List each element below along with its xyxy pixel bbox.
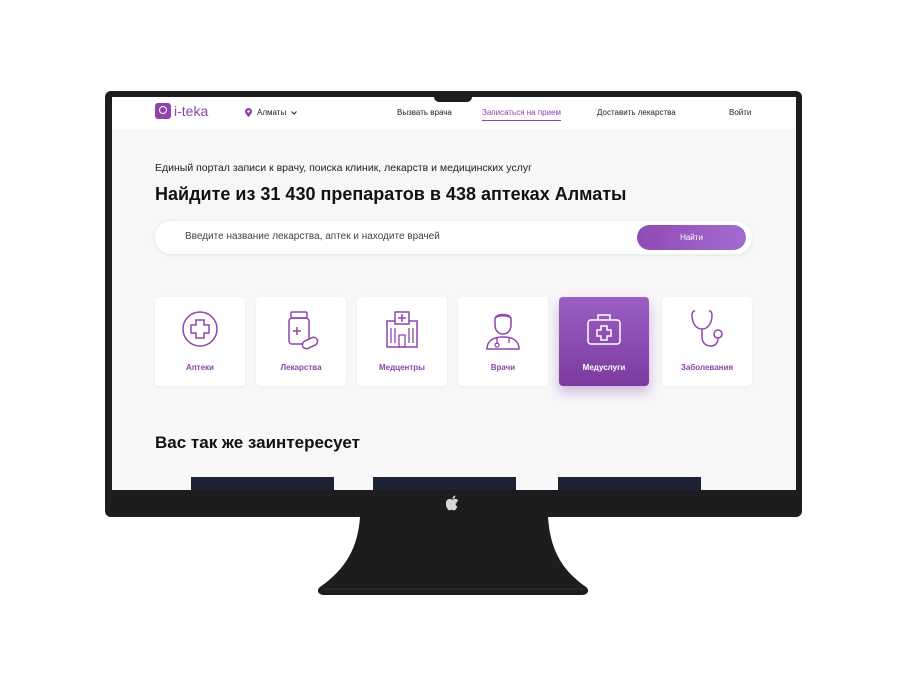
- category-label: Лекарства: [280, 363, 322, 372]
- nav-call-doctor[interactable]: Вызвать врача: [397, 108, 452, 117]
- city-label: Алматы: [257, 108, 287, 117]
- pharmacy-cross-icon: [182, 311, 218, 347]
- promo-card[interactable]: [191, 477, 334, 490]
- city-selector[interactable]: Алматы: [245, 108, 298, 117]
- promo-card[interactable]: [373, 477, 516, 490]
- medical-kit-icon: [587, 314, 621, 345]
- search-input[interactable]: [185, 231, 605, 242]
- category-label: Заболевания: [680, 363, 734, 372]
- stethoscope-icon: [691, 310, 723, 347]
- category-label: Медцентры: [378, 363, 426, 372]
- search-bar: Найти: [155, 221, 752, 254]
- nav-deliver-medicine[interactable]: Доставить лекарства: [597, 108, 676, 117]
- chevron-down-icon: [291, 110, 298, 115]
- category-medicines[interactable]: Лекарства: [256, 297, 346, 386]
- apple-logo-icon: [446, 495, 459, 511]
- camera-notch: [434, 93, 472, 102]
- hero-title: Найдите из 31 430 препаратов в 438 аптек…: [155, 184, 627, 204]
- category-label: Аптеки: [186, 363, 214, 372]
- screen: i-teka Алматы Вызвать врача Записаться н…: [112, 97, 796, 490]
- search-button[interactable]: Найти: [637, 225, 746, 250]
- category-label: Врачи: [490, 363, 516, 372]
- login-link[interactable]: Войти: [729, 108, 751, 117]
- logo-icon: [155, 103, 171, 119]
- category-pharmacies[interactable]: Аптеки: [155, 297, 245, 386]
- hero-subtitle: Единый портал записи к врачу, поиска кли…: [155, 162, 532, 174]
- medicine-bottle-icon: [288, 311, 319, 350]
- promo-card[interactable]: [558, 477, 701, 490]
- section-title: Вас так же заинтересует: [155, 433, 360, 452]
- monitor-stand: [318, 517, 588, 595]
- logo[interactable]: i-teka: [155, 103, 208, 119]
- category-medcenters[interactable]: Медцентры: [357, 297, 447, 386]
- category-diseases[interactable]: Заболевания: [662, 297, 752, 386]
- location-pin-icon: [245, 108, 252, 117]
- doctor-icon: [486, 313, 520, 350]
- hospital-building-icon: [386, 311, 418, 348]
- category-label: Медуслуги: [582, 363, 626, 372]
- logo-text: i-teka: [174, 103, 209, 119]
- category-doctors[interactable]: Врачи: [458, 297, 548, 386]
- nav-book-appointment[interactable]: Записаться на прием: [482, 108, 562, 121]
- category-medservices[interactable]: Медуслуги: [559, 297, 649, 386]
